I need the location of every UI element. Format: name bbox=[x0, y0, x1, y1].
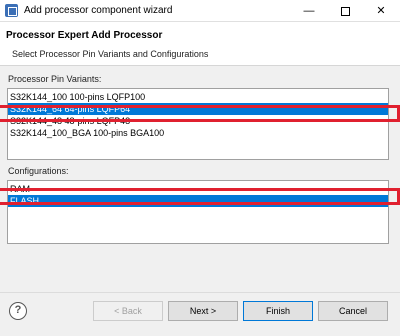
pin-variant-item-selected[interactable]: S32K144_64 64-pins LQFP64 bbox=[8, 103, 388, 115]
app-icon bbox=[5, 4, 18, 17]
pin-variant-item[interactable]: S32K144_100_BGA 100-pins BGA100 bbox=[8, 127, 388, 139]
wizard-header: Processor Expert Add Processor Select Pr… bbox=[0, 22, 400, 66]
next-button[interactable]: Next > bbox=[168, 301, 238, 321]
maximize-icon bbox=[340, 6, 350, 16]
finish-button[interactable]: Finish bbox=[243, 301, 313, 321]
pin-variant-item[interactable]: S32K144_48 48-pins LQFP48 bbox=[8, 115, 388, 127]
configuration-item[interactable]: RAM bbox=[8, 183, 388, 195]
title-bar: Add processor component wizard — ✕ bbox=[0, 0, 400, 22]
pin-variant-item[interactable]: S32K144_100 100-pins LQFP100 bbox=[8, 91, 388, 103]
back-button[interactable]: < Back bbox=[93, 301, 163, 321]
wizard-content: Processor Pin Variants: S32K144_100 100-… bbox=[0, 66, 400, 292]
page-title: Processor Expert Add Processor bbox=[6, 30, 163, 41]
cancel-button[interactable]: Cancel bbox=[318, 301, 388, 321]
configurations-list[interactable]: RAM FLASH bbox=[7, 180, 389, 244]
maximize-button[interactable] bbox=[328, 0, 362, 22]
configuration-item-selected[interactable]: FLASH bbox=[8, 195, 388, 207]
pin-variants-list[interactable]: S32K144_100 100-pins LQFP100 S32K144_64 … bbox=[7, 88, 389, 160]
help-icon[interactable]: ? bbox=[9, 302, 27, 320]
minimize-button[interactable]: — bbox=[292, 0, 326, 22]
wizard-footer: ? < Back Next > Finish Cancel bbox=[0, 292, 400, 336]
close-button[interactable]: ✕ bbox=[364, 0, 398, 22]
page-subtitle: Select Processor Pin Variants and Config… bbox=[12, 49, 209, 59]
pin-variants-label: Processor Pin Variants: bbox=[8, 74, 102, 84]
window-title: Add processor component wizard bbox=[24, 5, 173, 16]
configurations-label: Configurations: bbox=[8, 166, 69, 176]
